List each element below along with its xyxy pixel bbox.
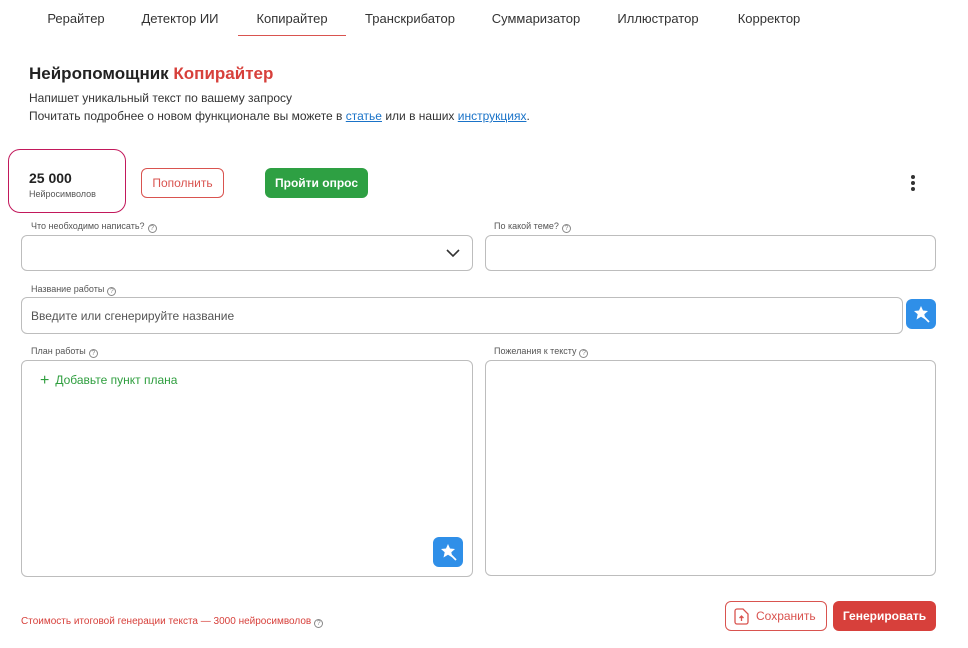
- tab-ai-detector[interactable]: Детектор ИИ: [134, 0, 226, 36]
- help-icon[interactable]: ?: [147, 224, 157, 233]
- generate-title-button[interactable]: [906, 299, 936, 329]
- info-line: Почитать подробнее о новом функционале в…: [29, 109, 530, 123]
- instructions-link[interactable]: инструкциях: [458, 109, 527, 123]
- topic-input[interactable]: [486, 236, 935, 270]
- generation-cost-text: Стоимость итоговой генерации текста — 30…: [21, 616, 312, 627]
- title-main: Нейропомощник: [29, 64, 169, 83]
- survey-button[interactable]: Пройти опрос: [265, 168, 368, 198]
- add-plan-item-button[interactable]: + Добавьте пункт плана: [40, 372, 177, 390]
- what-to-write-label-text: Что необходимо написать?: [31, 221, 145, 231]
- generation-cost-note: Стоимость итоговой генерации текста — 30…: [21, 616, 324, 628]
- balance-unit: Нейросимволов: [29, 189, 96, 199]
- tab-copywriter[interactable]: Копирайтер: [238, 0, 346, 36]
- work-name-input[interactable]: [22, 298, 902, 333]
- tab-transcriber[interactable]: Транскрибатор: [358, 0, 462, 36]
- tool-tabs: Рерайтер Детектор ИИ Копирайтер Транскри…: [0, 0, 968, 36]
- topic-label: По какой теме??: [494, 221, 571, 233]
- info-middle: или в наших: [385, 109, 455, 123]
- generate-plan-button[interactable]: [433, 537, 463, 567]
- plan-box: [21, 360, 473, 577]
- what-to-write-select[interactable]: [21, 235, 473, 271]
- magic-icon: [914, 306, 930, 323]
- balance-card: 25 000 Нейросимволов: [8, 149, 126, 213]
- save-file-icon: [734, 608, 749, 625]
- topup-button[interactable]: Пополнить: [141, 168, 224, 198]
- article-link[interactable]: статье: [346, 109, 382, 123]
- tab-corrector[interactable]: Корректор: [728, 0, 810, 36]
- tab-rewriter[interactable]: Рерайтер: [40, 0, 112, 36]
- work-name-label-text: Название работы: [31, 284, 105, 294]
- info-suffix: .: [526, 109, 530, 123]
- help-icon[interactable]: ?: [88, 349, 98, 358]
- wishes-label: Пожелания к тексту?: [494, 346, 589, 358]
- help-icon[interactable]: ?: [561, 224, 571, 233]
- tab-summarizer[interactable]: Суммаризатор: [484, 0, 588, 36]
- plus-icon: +: [40, 372, 50, 389]
- info-prefix: Почитать подробнее о новом функционале в…: [29, 109, 343, 123]
- tab-illustrator[interactable]: Иллюстратор: [610, 0, 706, 36]
- help-icon[interactable]: ?: [107, 287, 117, 296]
- page-title: Нейропомощник Копирайтер: [29, 64, 273, 84]
- wishes-textarea[interactable]: [485, 360, 936, 576]
- generate-button[interactable]: Генерировать: [833, 601, 936, 631]
- topic-label-text: По какой теме?: [494, 221, 559, 231]
- more-options-icon[interactable]: [904, 174, 922, 192]
- save-button[interactable]: Сохранить: [725, 601, 827, 631]
- wishes-label-text: Пожелания к тексту: [494, 346, 577, 356]
- plan-label: План работы?: [31, 346, 98, 358]
- magic-icon: [441, 544, 457, 561]
- page-subtitle: Напишет уникальный текст по вашему запро…: [29, 91, 293, 105]
- plan-label-text: План работы: [31, 346, 86, 356]
- help-icon[interactable]: ?: [314, 619, 324, 628]
- work-name-field[interactable]: [21, 297, 903, 334]
- what-to-write-label: Что необходимо написать??: [31, 221, 157, 233]
- topic-field[interactable]: [485, 235, 936, 271]
- chevron-down-icon: [446, 249, 460, 258]
- work-name-label: Название работы?: [31, 284, 117, 296]
- add-plan-item-label: Добавьте пункт плана: [55, 373, 178, 387]
- title-accent: Копирайтер: [173, 64, 274, 83]
- balance-amount: 25 000: [29, 170, 72, 186]
- save-button-label: Сохранить: [756, 609, 816, 623]
- help-icon[interactable]: ?: [579, 349, 589, 358]
